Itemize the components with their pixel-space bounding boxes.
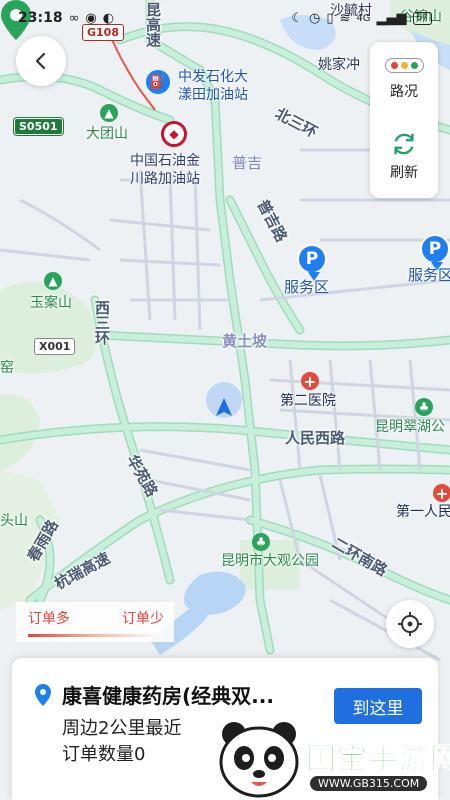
status-time: 23:18 <box>18 10 63 26</box>
refresh-button[interactable]: 刷新 <box>389 112 419 182</box>
locate-me-button[interactable] <box>386 600 434 648</box>
traffic-light-icon <box>384 58 424 73</box>
highway-shield-x001: X001 <box>34 338 76 355</box>
signal-label: 4G <box>356 12 371 24</box>
map-tools-panel: 路况 刷新 <box>370 42 438 198</box>
back-button[interactable] <box>16 36 66 86</box>
legend-gradient-bar <box>28 634 164 637</box>
legend-less-label: 订单少 <box>122 611 164 627</box>
watermark-url: WWW.GB315.COM <box>310 776 428 791</box>
chevron-left-icon <box>35 52 46 70</box>
place-label-datuanshan: 大团山 <box>86 126 128 142</box>
traffic-label: 路况 <box>390 84 418 100</box>
moon-icon: ☾ <box>291 10 304 26</box>
parking-pin-icon[interactable]: P <box>420 234 450 271</box>
alarm-icon: ◷ <box>309 10 321 26</box>
park-icon[interactable]: ♣ <box>415 398 433 416</box>
vibrate-icon: ▯ <box>326 10 334 26</box>
watermark: 国宝手游网 WWW.GB315.COM <box>210 706 450 800</box>
cnpc-logo-icon[interactable]: ◆ <box>161 121 187 147</box>
poi-zhongfa-gas-line2: 漾田加油站 <box>178 87 248 103</box>
poi-service-area-1[interactable]: 服务区 <box>284 278 329 296</box>
gas-station-icon[interactable]: ⛽ <box>146 70 170 94</box>
notification-icon: ◉ <box>85 10 97 26</box>
status-bar: 23:18 ∞ ◉ ◐ ☾ ◷ ▯ ≋ 4G ▂▄▆ 67 <box>0 0 450 36</box>
location-marker-icon <box>35 684 51 706</box>
order-density-legend: 订单多 订单少 <box>16 602 174 642</box>
poi-zhongfa-gas-line1: 中发石化大 <box>178 69 248 85</box>
store-name: 康喜健康药房(经典双... <box>62 684 274 708</box>
infinity-icon: ∞ <box>68 10 80 26</box>
direction-arrow-icon <box>216 398 232 416</box>
poi-service-area-2[interactable]: 服务区 <box>408 266 450 284</box>
wifi-icon: ≋ <box>339 10 351 26</box>
battery-icon: 67 <box>412 11 432 25</box>
panda-logo-icon <box>219 722 299 798</box>
mountain-icon: ▲ <box>100 104 118 122</box>
place-label-puji: 普吉 <box>232 154 263 172</box>
signal-icon: ▂▄▆ <box>376 10 407 26</box>
hospital-icon[interactable]: + <box>301 372 319 391</box>
highway-shield-s0501: S0501 <box>14 118 63 135</box>
poi-cnpc-gas-line2: 川路加油站 <box>130 171 200 187</box>
mountain-icon: ▲ <box>44 272 62 290</box>
road-label-xisanhuan: 西三环 <box>93 300 111 345</box>
place-label-qishan: 窑 <box>0 360 14 376</box>
park-icon[interactable]: ♣ <box>252 533 270 551</box>
poi-second-hospital[interactable]: 第二医院 <box>280 392 336 410</box>
place-label-tuoshan: 头山 <box>0 513 28 529</box>
poi-cnpc-gas-line1: 中国石油金 <box>130 153 200 169</box>
poi-daguan-park[interactable]: 昆明市大观公园 <box>221 552 319 570</box>
app-icon: ◐ <box>102 10 115 26</box>
parking-pin-icon[interactable]: P <box>297 244 327 281</box>
road-label-huangtupo: 黄土坡 <box>222 332 268 350</box>
poi-cnpc-gas[interactable]: 中国石油金 川路加油站 <box>130 152 200 188</box>
store-order-count: 订单数量0 <box>62 744 146 765</box>
poi-kunming-cuihu[interactable]: 昆明翠湖公 <box>375 418 445 436</box>
poi-zhongfa-gas[interactable]: 中发石化大 漾田加油站 <box>178 68 248 104</box>
place-label-yuanshan: 玉案山 <box>30 295 72 311</box>
store-nearby-line: 周边2公里最近 <box>62 718 182 739</box>
battery-level: 67 <box>416 12 428 23</box>
poi-first-people[interactable]: 第一人民 <box>396 503 450 521</box>
road-label-renmin-west: 人民西路 <box>285 429 346 447</box>
place-label-yaojiachong: 姚家冲 <box>318 57 360 73</box>
refresh-icon <box>394 133 414 155</box>
hospital-icon[interactable]: + <box>433 484 450 503</box>
watermark-brand: 国宝手游网 <box>306 742 450 778</box>
legend-more-label: 订单多 <box>28 611 70 627</box>
traffic-toggle-button[interactable]: 路况 <box>384 42 424 112</box>
crosshair-icon <box>398 612 422 636</box>
refresh-label: 刷新 <box>390 165 418 181</box>
